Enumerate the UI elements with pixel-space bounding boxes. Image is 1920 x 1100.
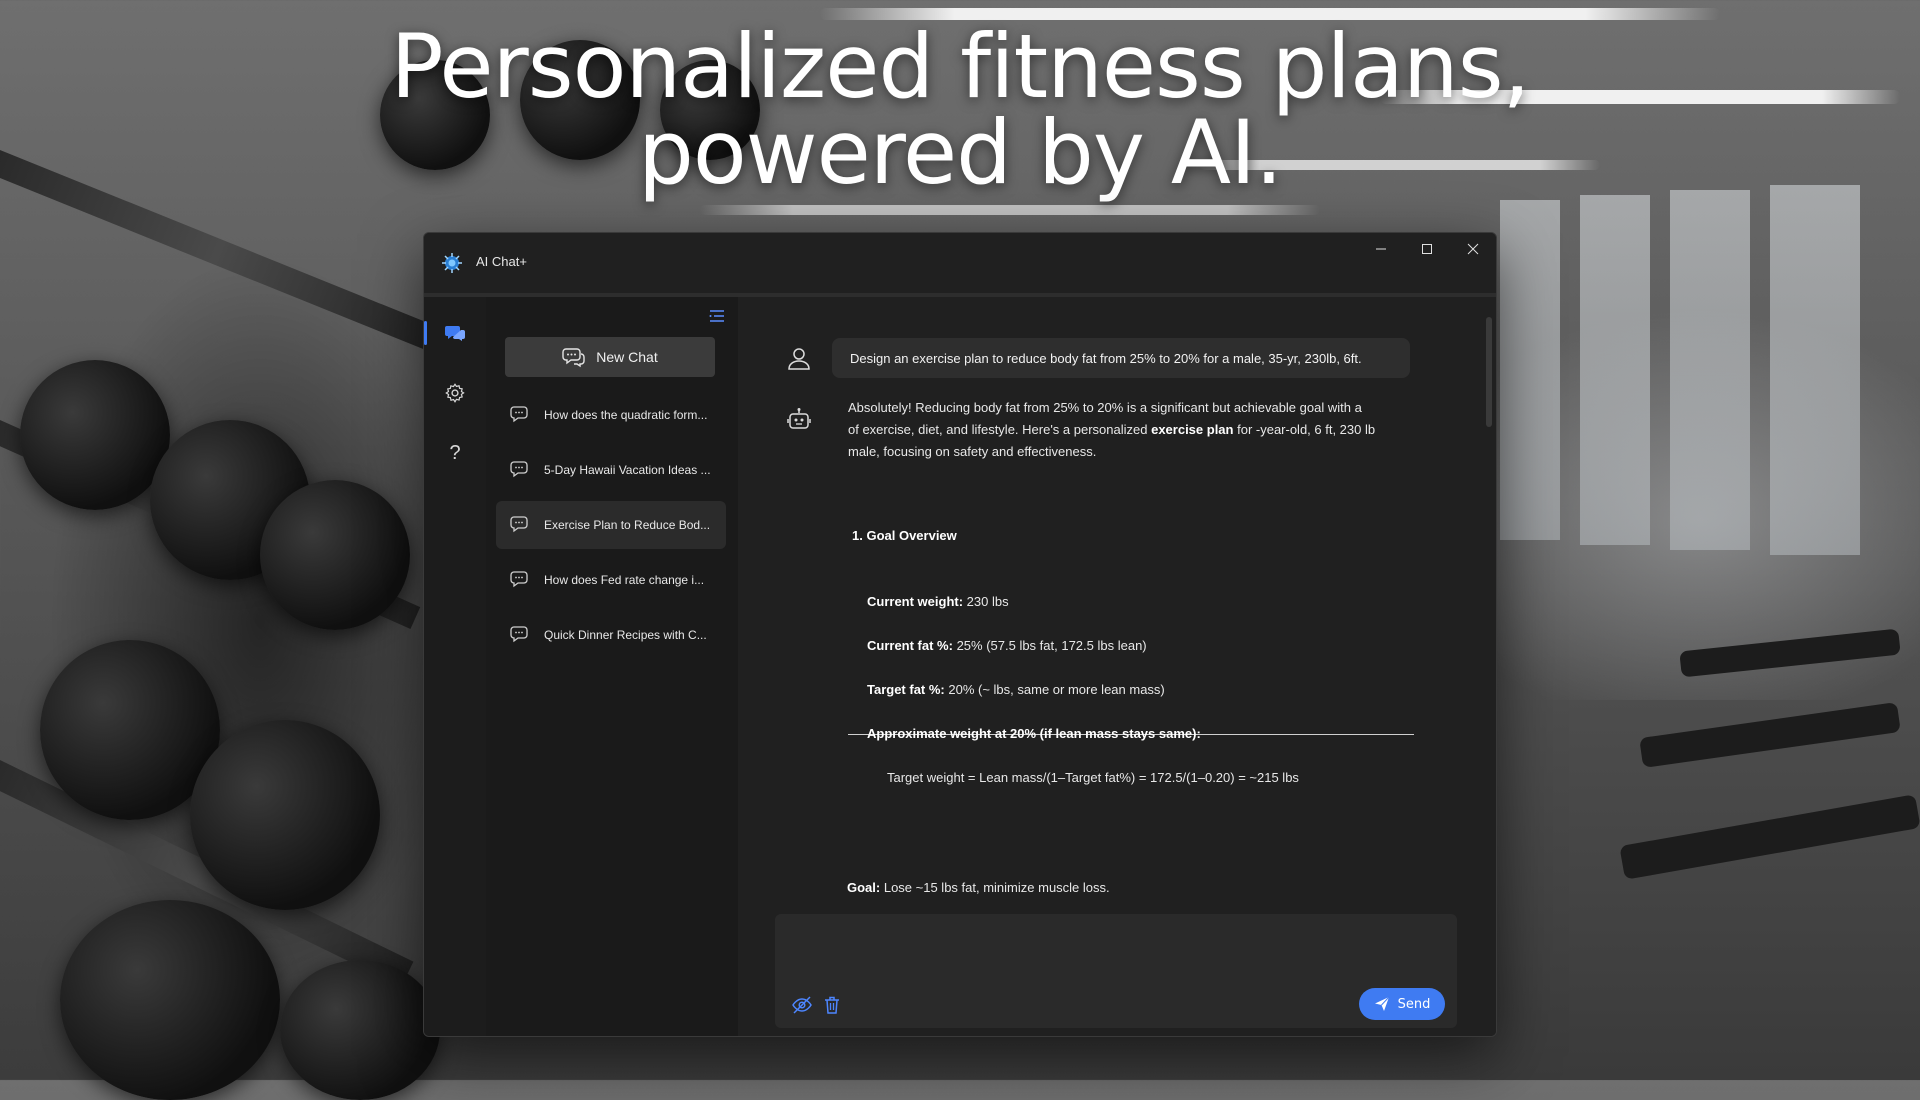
send-label: Send	[1397, 996, 1431, 1012]
ai-intro-text: for -year-old, 6 ft, 230 lb	[1233, 422, 1376, 437]
maximize-icon	[1422, 244, 1432, 254]
gear-icon	[445, 383, 465, 403]
close-button[interactable]	[1450, 233, 1496, 265]
chat-history-item[interactable]: Quick Dinner Recipes with C...	[496, 611, 726, 659]
chat-history-item-active[interactable]: Exercise Plan to Reduce Bod...	[496, 501, 726, 549]
headline: Personalized fitness plans, powered by A…	[0, 15, 1920, 204]
chat-icon	[510, 406, 528, 423]
divider	[848, 734, 1414, 735]
send-plane-icon	[1374, 996, 1389, 1011]
rail-item-chats[interactable]	[424, 309, 486, 357]
ai-intro-line-1: Absolutely! Reducing body fat from 25% t…	[848, 400, 1362, 415]
chat-history-label: How does Fed rate change i...	[544, 573, 705, 587]
eye-off-icon[interactable]	[791, 994, 813, 1016]
trash-icon[interactable]	[821, 994, 843, 1016]
message-input[interactable]	[791, 926, 1431, 974]
ai-intro-line-2: of exercise, diet, and lifestyle. Here's…	[848, 419, 1418, 441]
ai-intro-bold: exercise plan	[1151, 422, 1234, 437]
new-chat-button[interactable]: New Chat	[505, 337, 715, 377]
chat-history-label: Exercise Plan to Reduce Bod...	[544, 518, 711, 532]
user-avatar-icon	[788, 348, 810, 370]
app-logo-icon	[442, 253, 462, 273]
rail-item-settings[interactable]	[424, 369, 486, 417]
maximize-button[interactable]	[1404, 233, 1450, 265]
ai-intro-text: of exercise, diet, and lifestyle. Here's…	[848, 422, 1152, 437]
chat-history-item[interactable]: How does the quadratic form...	[496, 391, 726, 439]
minimize-button[interactable]	[1358, 233, 1404, 265]
chat-history-label: 5-Day Hawaii Vacation Ideas ...	[544, 463, 711, 477]
chat-icon	[510, 516, 528, 533]
help-icon: ?	[449, 441, 461, 464]
user-message-text: Design an exercise plan to reduce body f…	[850, 350, 1362, 366]
bot-avatar-icon	[787, 408, 811, 429]
message-composer[interactable]: Send	[775, 914, 1457, 1028]
new-chat-label: New Chat	[596, 349, 658, 365]
headline-line-2: powered by AI.	[637, 101, 1283, 204]
chat-bubbles-icon	[445, 326, 465, 341]
app-title: AI Chat+	[476, 254, 527, 269]
ai-message-intro: Absolutely! Reducing body fat from 25% t…	[848, 397, 1418, 463]
chat-history-label: How does the quadratic form...	[544, 408, 708, 422]
new-chat-icon	[562, 348, 585, 368]
chat-history-label: Quick Dinner Recipes with C...	[544, 628, 707, 642]
chat-icon	[510, 626, 528, 643]
chat-icon	[510, 571, 528, 588]
chat-icon	[510, 461, 528, 478]
sidebar-collapse-icon[interactable]	[708, 307, 726, 325]
headline-line-1: Personalized fitness plans,	[390, 15, 1530, 118]
chat-history-item[interactable]: 5-Day Hawaii Vacation Ideas ...	[496, 446, 726, 494]
conversation-scrollbar[interactable]	[1486, 317, 1492, 427]
send-button[interactable]: Send	[1359, 988, 1445, 1020]
chat-sidebar: New Chat How does the quadratic form... …	[486, 297, 738, 1036]
minimize-icon	[1376, 248, 1386, 250]
close-icon	[1467, 243, 1479, 255]
chat-history-item[interactable]: How does Fed rate change i...	[496, 556, 726, 604]
nav-rail: ?	[424, 297, 486, 1036]
rail-item-help[interactable]: ?	[424, 429, 486, 477]
user-message-bubble: Design an exercise plan to reduce body f…	[832, 338, 1410, 378]
ai-intro-line-3: male, focusing on safety and effectivene…	[848, 444, 1097, 459]
title-bar: AI Chat+	[424, 233, 1496, 293]
